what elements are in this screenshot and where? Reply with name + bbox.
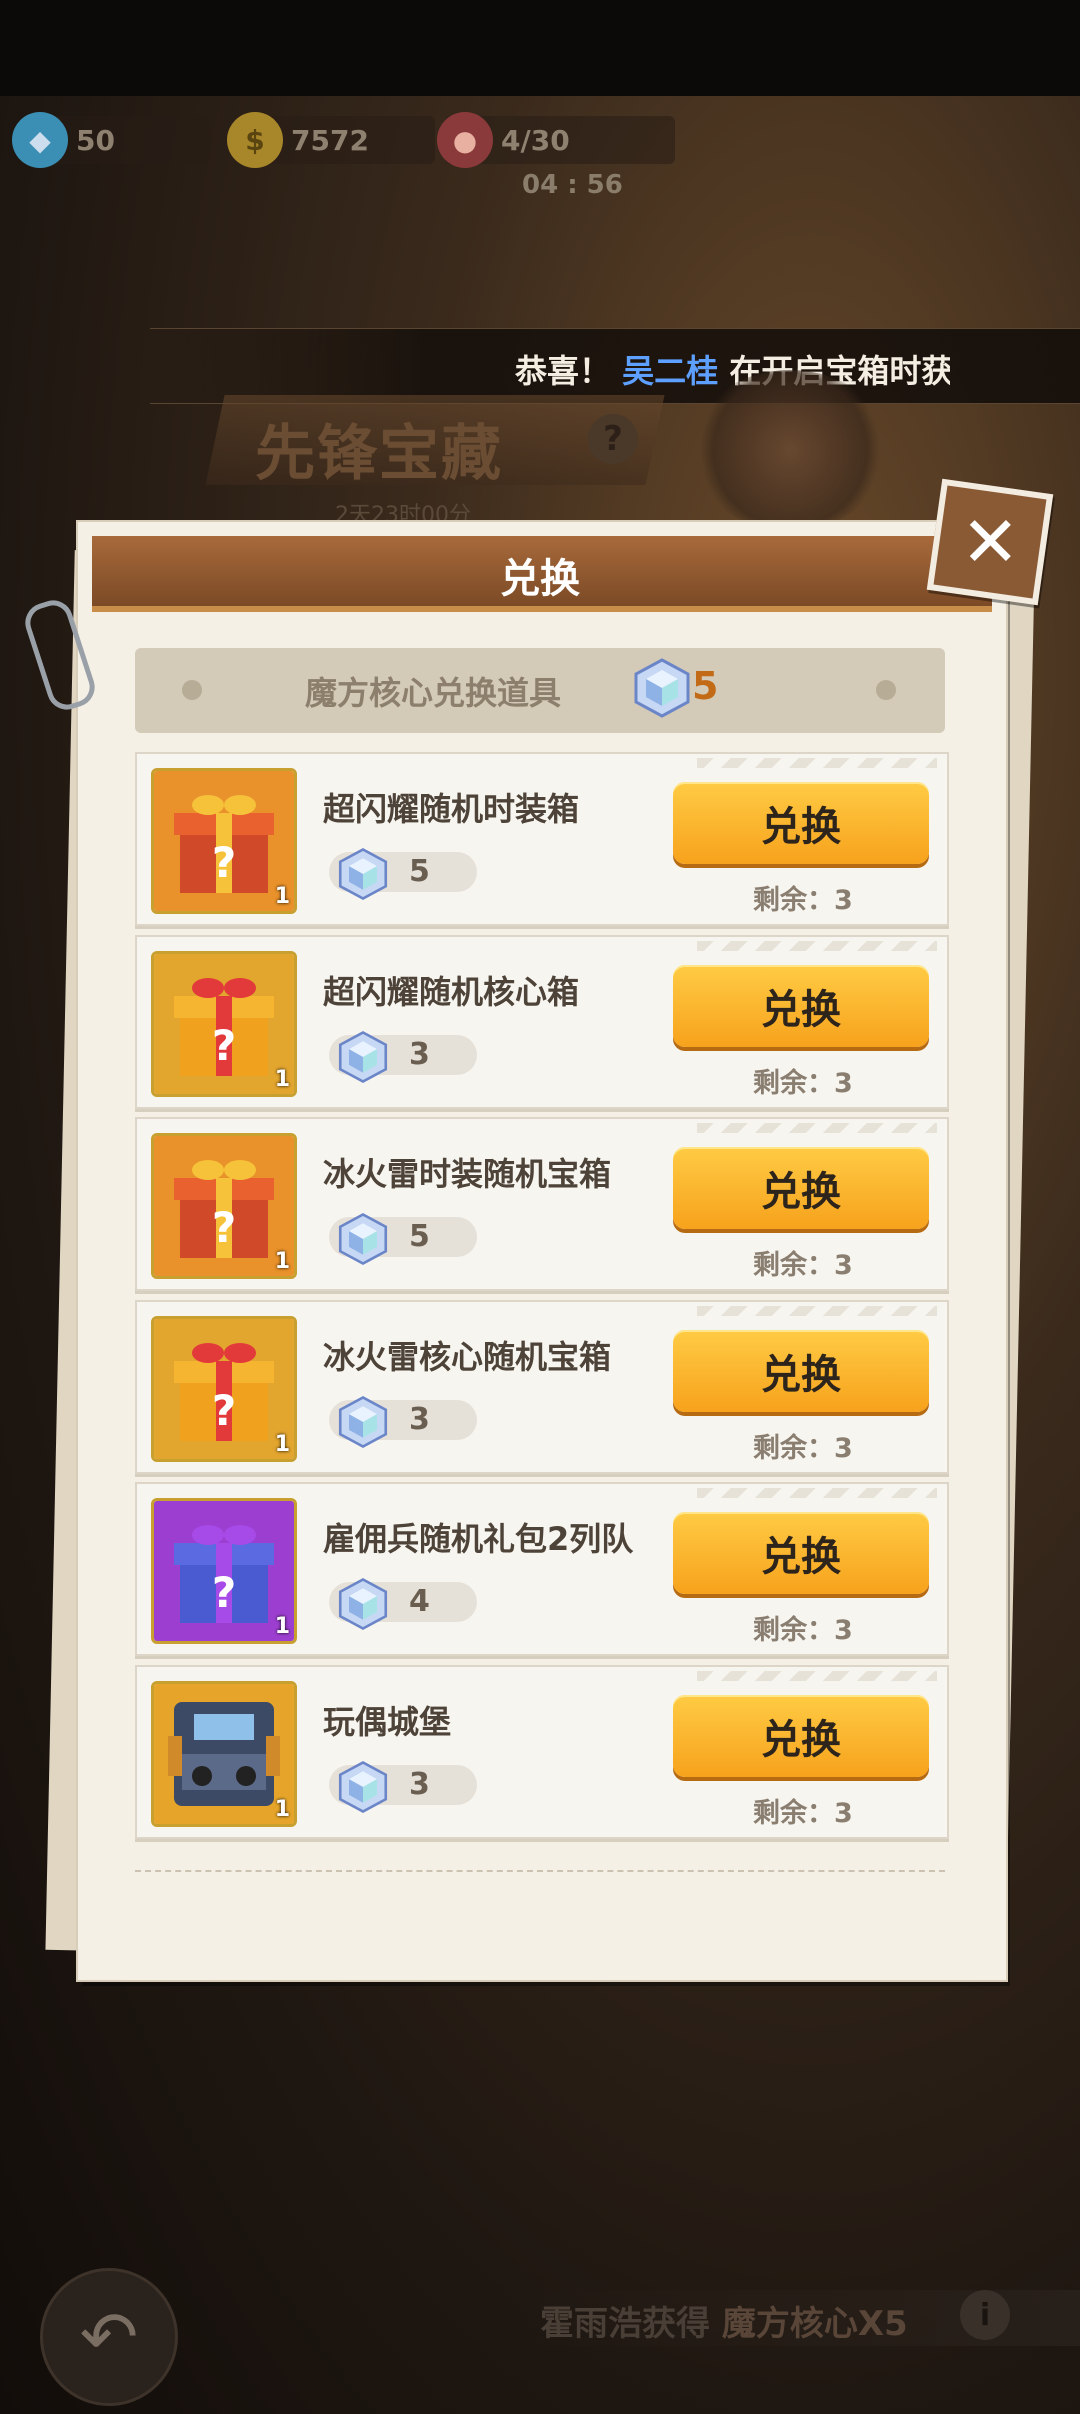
currency-label: 魔方核心兑换道具 — [305, 674, 562, 712]
item-name: 雇佣兵随机礼包2列队 — [323, 1520, 634, 1558]
exchange-button[interactable]: 兑换 — [673, 1694, 929, 1777]
item-name: 冰火雷核心随机宝箱 — [323, 1337, 612, 1376]
drumstick-icon: ● — [437, 112, 493, 168]
close-button[interactable]: ✕ — [926, 478, 1054, 606]
back-icon: ↶ — [79, 2296, 139, 2378]
decorative-stripes — [697, 1305, 937, 1316]
remaining-count: 剩余：3 — [753, 885, 853, 916]
remaining-count: 剩余：3 — [753, 1432, 853, 1464]
decorative-stripes — [697, 1488, 937, 1498]
item-cost: 5 — [409, 854, 430, 889]
exchange-item: ? 1 冰火雷核心随机宝箱 3 兑换 剩余：3 — [135, 1299, 949, 1474]
event-title: 先锋宝藏 — [255, 419, 503, 489]
exchange-button[interactable]: 兑换 — [673, 1329, 929, 1412]
divider — [135, 1870, 945, 1872]
item-cost: 3 — [409, 1766, 430, 1802]
exchange-item: ? 1 超闪耀随机时装箱 5 兑换 剩余：3 — [135, 752, 949, 926]
coin-counter[interactable]: $ 7572 — [227, 112, 435, 168]
item-quantity: 1 — [274, 1614, 290, 1639]
magic-cube-icon — [335, 1029, 391, 1089]
remaining-count: 剩余：3 — [753, 1797, 853, 1829]
ticker-player: 吴二桂 — [622, 352, 719, 390]
close-icon: ✕ — [960, 501, 1020, 583]
item-name: 超闪耀随机核心箱 — [323, 972, 580, 1011]
decorative-stripes — [697, 1123, 937, 1133]
item-name: 冰火雷时装随机宝箱 — [323, 1155, 612, 1193]
yellow-gift-box-icon[interactable]: ? 1 — [151, 950, 297, 1097]
dot-icon — [182, 680, 202, 700]
gem-counter[interactable]: ◆ 50 — [12, 112, 210, 168]
exchange-item: ? 1 冰火雷时装随机宝箱 5 兑换 剩余：3 — [135, 1117, 949, 1291]
svg-text:?: ? — [212, 1021, 236, 1070]
decorative-stripes — [697, 758, 937, 768]
svg-text:?: ? — [212, 838, 236, 887]
character-portrait — [690, 370, 890, 530]
reward-notice-text: 霍雨浩获得 魔方核心X5 — [540, 2296, 908, 2345]
decorative-stripes — [697, 940, 937, 951]
item-quantity: 1 — [274, 1796, 290, 1822]
exchange-item: ? 1 超闪耀随机核心箱 3 兑换 剩余：3 — [135, 934, 949, 1109]
stamina-counter[interactable]: ● 4/30 — [437, 112, 675, 168]
magic-cube-icon — [335, 846, 391, 906]
magic-cube-icon — [335, 1759, 391, 1819]
stamina-count: 4/30 — [501, 123, 570, 157]
decorative-stripes — [697, 1670, 937, 1681]
dialog-title: 兑换 — [500, 556, 580, 602]
magic-cube-icon — [335, 1211, 391, 1271]
svg-text:?: ? — [212, 1203, 236, 1252]
gem-icon: ◆ — [12, 112, 68, 168]
item-cost: 4 — [409, 1584, 430, 1619]
item-quantity: 1 — [274, 884, 290, 909]
notice-reward: 魔方核心X5 — [721, 2304, 908, 2344]
currency-count: 5 — [692, 664, 719, 708]
stamina-timer: 04 : 56 — [522, 170, 623, 200]
yellow-gift-box-icon[interactable]: ? 1 — [151, 1315, 297, 1462]
help-icon[interactable]: ? — [588, 414, 638, 464]
exchange-button[interactable]: 兑换 — [673, 964, 929, 1047]
item-cost: 5 — [409, 1219, 430, 1254]
orange-gift-box-icon[interactable]: ? 1 — [151, 768, 297, 914]
ticker-prefix: 恭喜！ — [515, 352, 612, 390]
item-quantity: 1 — [274, 1249, 290, 1274]
notice-player: 霍雨浩获得 — [540, 2304, 710, 2344]
coin-count: 7572 — [291, 123, 369, 157]
item-name: 超闪耀随机时装箱 — [323, 790, 580, 828]
item-name: 玩偶城堡 — [323, 1702, 452, 1741]
remaining-count: 剩余：3 — [753, 1615, 853, 1646]
magic-cube-icon — [335, 1576, 391, 1636]
coin-icon: $ — [227, 112, 283, 168]
purple-gift-box-icon[interactable]: ? 1 — [151, 1498, 297, 1644]
item-cost: 3 — [409, 1036, 430, 1072]
exchange-button[interactable]: 兑换 — [673, 1512, 929, 1594]
orange-gift-box-icon[interactable]: ? 1 — [151, 1133, 297, 1279]
dot-icon — [876, 680, 896, 700]
item-quantity: 1 — [274, 1066, 290, 1092]
exchange-button[interactable]: 兑换 — [673, 782, 929, 864]
item-quantity: 1 — [274, 1431, 290, 1457]
remaining-count: 剩余：3 — [753, 1067, 853, 1099]
svg-text:?: ? — [212, 1386, 236, 1435]
exchange-button[interactable]: 兑换 — [673, 1147, 929, 1229]
exchange-item: 1 玩偶城堡 3 兑换剩余：3 — [135, 1664, 949, 1839]
back-button[interactable]: ↶ — [40, 2268, 178, 2406]
remaining-count: 剩余：3 — [753, 1250, 853, 1281]
exchange-item: ? 1 雇佣兵随机礼包2列队 4 兑换 剩余：3 — [135, 1482, 949, 1656]
magic-cube-icon — [335, 1394, 391, 1454]
item-cost: 3 — [409, 1401, 430, 1437]
svg-text:?: ? — [212, 1568, 236, 1617]
gem-count: 50 — [76, 123, 115, 157]
info-button[interactable]: i — [960, 2290, 1010, 2340]
magic-cube-icon — [630, 656, 694, 724]
toy-castle-icon[interactable]: 1 — [151, 1680, 297, 1827]
